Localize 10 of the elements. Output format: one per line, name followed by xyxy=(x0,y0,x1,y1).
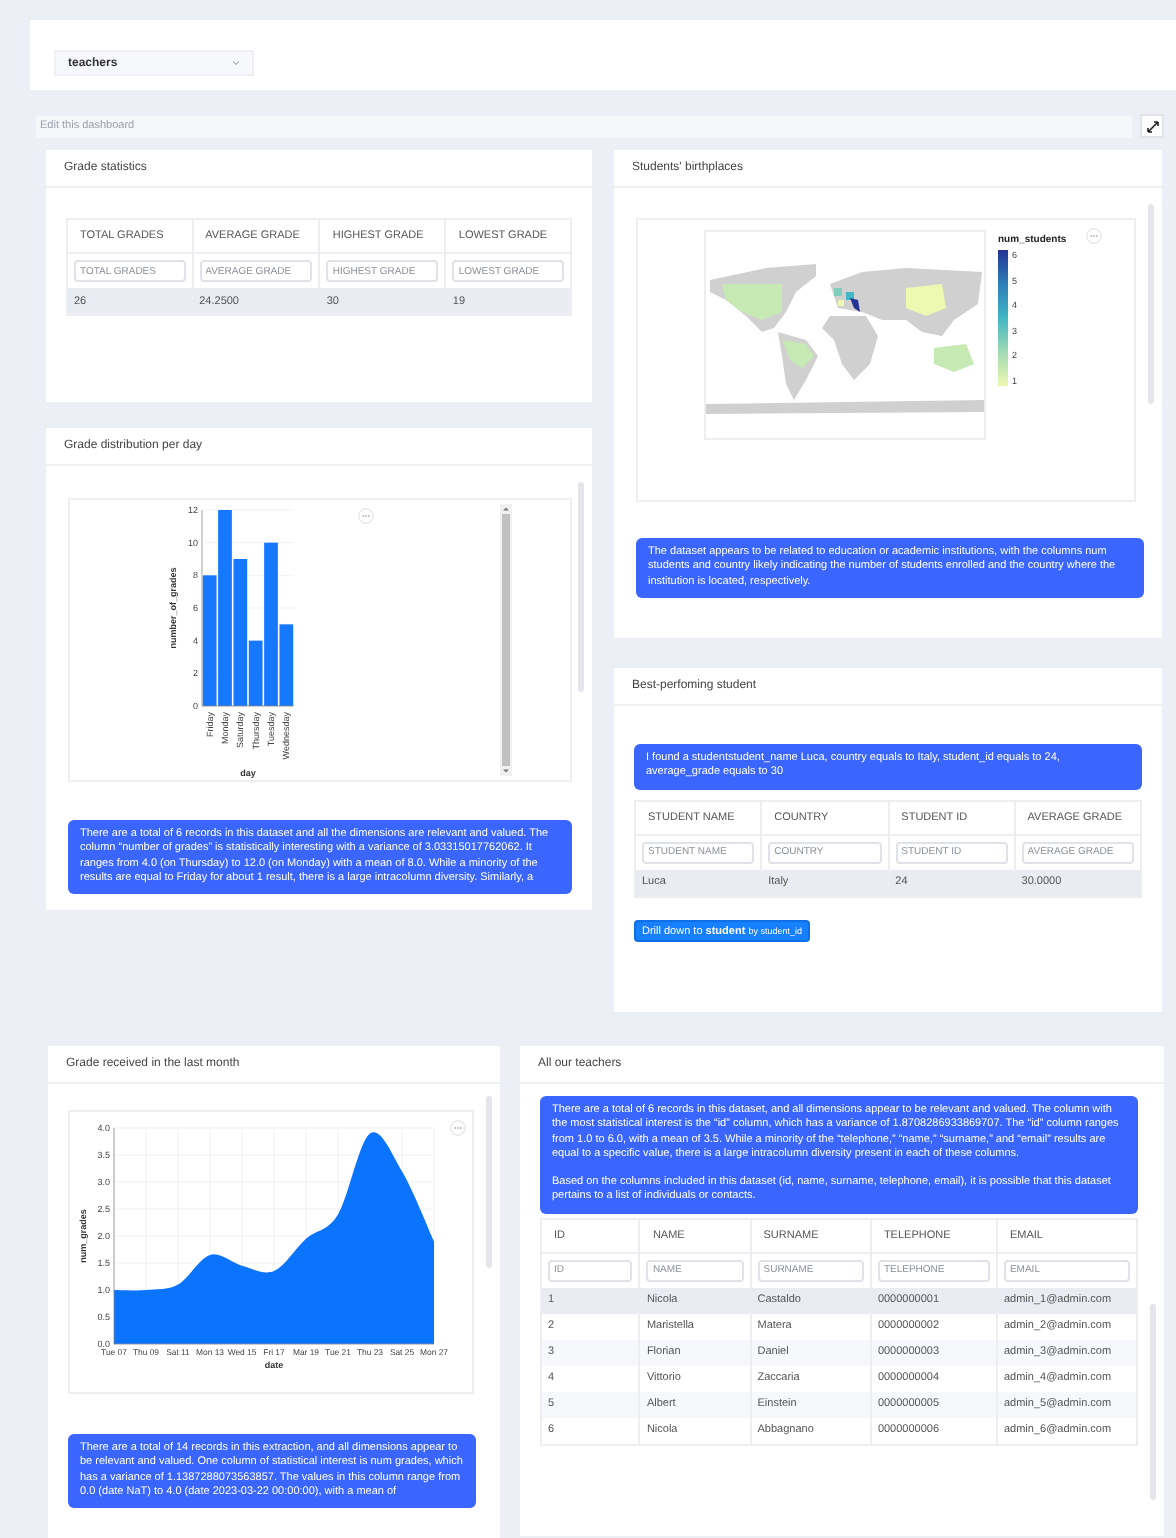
more-icon[interactable] xyxy=(358,508,374,524)
scroll-up-icon[interactable] xyxy=(500,504,512,514)
scrollbar[interactable] xyxy=(502,514,510,766)
expand-icon xyxy=(1145,119,1159,133)
color-scale-bar xyxy=(998,250,1008,386)
more-icon[interactable] xyxy=(450,1120,466,1136)
more-icon[interactable] xyxy=(1086,228,1103,244)
expand-button[interactable] xyxy=(1140,114,1164,138)
scroll-down-icon[interactable] xyxy=(500,766,512,776)
chevron-down-icon xyxy=(232,60,240,66)
